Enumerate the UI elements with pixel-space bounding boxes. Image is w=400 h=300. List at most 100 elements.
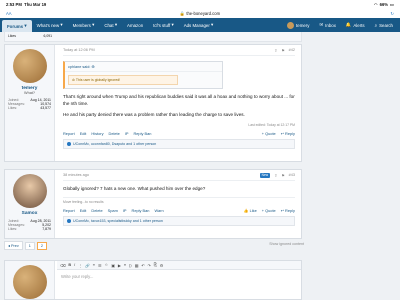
media-icon[interactable]: ▶ — [118, 263, 121, 268]
bookmark-icon[interactable]: ⚑ — [281, 48, 284, 53]
nav-amazon[interactable]: Amazon — [122, 18, 148, 32]
url-field[interactable]: 🔒 the-boneyard.com — [0, 11, 400, 17]
prev-likes-label: Likes — [8, 34, 16, 38]
quote-button[interactable]: + Quote — [262, 208, 276, 213]
settings-icon[interactable]: ⚙ — [160, 263, 163, 268]
redo-icon[interactable]: ↷ — [148, 263, 151, 268]
browser-url-bar: AA 🔒 the-boneyard.com ↻ — [0, 9, 400, 18]
nav-user[interactable]: temery — [282, 18, 314, 32]
edit-button[interactable]: Edit — [80, 208, 87, 213]
reply-ban-button[interactable]: Reply Ban — [132, 208, 150, 213]
page-link[interactable]: 1 — [24, 241, 35, 250]
nav-members[interactable]: Members ▾ — [68, 18, 100, 32]
page-link-current[interactable]: 2 — [36, 241, 48, 250]
post-meta: 38 minutes ago New ⇪ ⚑ #43 — [63, 173, 295, 181]
nav-forums[interactable]: Forums ▾ — [2, 20, 32, 32]
reply-button[interactable]: ↩ Reply — [281, 131, 295, 136]
user-stats: Joined: Aug 14, 2011 Messages: 10,574 Like… — [8, 98, 51, 110]
reply-input[interactable]: Write your reply... — [61, 274, 301, 279]
share-icon[interactable]: ⇪ — [274, 48, 277, 53]
nav-whats-new[interactable]: What's new ▾ — [32, 18, 68, 32]
quote-icon[interactable]: ❝ — [124, 263, 126, 268]
show-ignored-link[interactable]: Show ignored content — [269, 242, 304, 246]
table-icon[interactable]: ▦ — [135, 263, 139, 268]
ip-button[interactable]: IP — [125, 131, 129, 136]
delete-button[interactable]: Delete — [91, 208, 102, 213]
user-title: What? — [24, 91, 35, 95]
link-icon[interactable]: 🔗 — [85, 263, 90, 268]
status-time-date: 2:53 PM Thu Mar 19 — [6, 2, 47, 7]
clear-format-icon[interactable]: ⌫ — [60, 263, 65, 268]
post-main: Today at 12:06 PM ⇪ ⚑ #42 cphlane said: … — [57, 45, 301, 161]
nav-ads-manager[interactable]: Ads Manager ▾ — [179, 18, 219, 32]
prev-page-button[interactable]: ◂ Prev — [4, 241, 23, 250]
post-date[interactable]: 38 minutes ago — [63, 173, 89, 178]
post-paragraph: That's right around when Trump and his r… — [63, 94, 295, 106]
user-pane: Samox Joined: Aug 28, 2011 Messages: 5,202… — [5, 170, 55, 238]
avatar — [12, 265, 47, 299]
align-icon[interactable]: ≡ — [93, 263, 95, 267]
avatar[interactable] — [12, 49, 47, 83]
undo-icon[interactable]: ↶ — [141, 263, 144, 268]
forum-nav: Forums ▾ What's new ▾ Members ▾ Chat ▾ A… — [0, 18, 400, 32]
image-icon[interactable]: ▣ — [111, 263, 115, 268]
post-paragraph: He and his party denied there was a prob… — [63, 112, 245, 117]
post-date[interactable]: Today at 12:06 PM — [63, 48, 95, 53]
ignored-notice[interactable]: ⊘ This user is globally ignored! — [68, 75, 178, 85]
nav-alerts[interactable]: 🔔 Alerts — [341, 18, 370, 32]
bold-icon[interactable]: B — [68, 263, 71, 267]
nav-tcfs-stuff[interactable]: tcf's stuff ▾ — [148, 18, 179, 32]
username[interactable]: Samox — [8, 211, 51, 216]
ip-button[interactable]: IP — [123, 208, 127, 213]
reactions-list: UConnMc, tavux153, specialistbukky and 1… — [73, 218, 163, 223]
avatar — [287, 21, 295, 29]
reactions-bar[interactable]: UConnMc, tavux153, specialistbukky and 1… — [63, 215, 295, 226]
nav-search[interactable]: ⌕ Search — [370, 18, 398, 32]
report-button[interactable]: Report — [63, 131, 75, 136]
search-icon: ⌕ — [374, 22, 378, 28]
status-indicators: ◠ 66% ▭ — [374, 2, 394, 7]
like-reaction-icon — [67, 141, 71, 146]
ignore-icon: ⊘ — [72, 78, 75, 82]
italic-icon[interactable]: I — [74, 263, 75, 267]
nav-inbox[interactable]: ✉ Inbox — [314, 18, 340, 32]
avatar[interactable] — [12, 174, 47, 208]
user-pane: temery What? Joined: Aug 14, 2011 Message… — [5, 45, 55, 161]
post-number[interactable]: #42 — [289, 48, 295, 53]
signature: Move feeling...to no results — [63, 196, 295, 204]
edit-button[interactable]: Edit — [80, 131, 87, 136]
delete-button[interactable]: Delete — [109, 131, 120, 136]
reply-ban-button[interactable]: Reply Ban — [133, 131, 151, 136]
quote-header[interactable]: cphlane said: ⊕ — [65, 62, 222, 72]
post: Samox Joined: Aug 28, 2011 Messages: 5,202… — [4, 169, 302, 239]
post-actions: Report Edit Delete Spam IP Reply Ban War… — [63, 208, 295, 213]
more-text-icon[interactable]: ⋮ — [78, 263, 82, 268]
drafts-icon[interactable]: ⎘ — [154, 263, 157, 267]
report-button[interactable]: Report — [63, 208, 75, 213]
warn-button[interactable]: Warn — [154, 208, 163, 213]
post-paragraph: Globally ignored? 7 hats a new one. What… — [63, 186, 206, 191]
spam-button[interactable]: Spam — [108, 208, 118, 213]
post-body: That's right around when Trump and his r… — [63, 94, 295, 119]
status-bar: 2:53 PM Thu Mar 19 ◠ 66% ▭ — [0, 0, 400, 9]
reader-aa-button[interactable]: AA — [6, 11, 12, 16]
nav-chat[interactable]: Chat ▾ — [99, 18, 122, 32]
list-icon[interactable]: ☰ — [98, 263, 101, 268]
smilie-icon[interactable]: ☺ — [104, 263, 108, 267]
bookmark-icon[interactable]: ⚑ — [281, 173, 284, 178]
reactions-bar[interactable]: UConnMc, uconnfan80, Dsaputo and 1 other… — [63, 138, 295, 149]
post-body: Globally ignored? 7 hats a new one. What… — [63, 186, 295, 193]
like-button[interactable]: 👍 Like — [244, 208, 257, 213]
reload-icon[interactable]: ↻ — [390, 11, 394, 16]
quote-button[interactable]: + Quote — [262, 131, 276, 136]
reply-button[interactable]: ↩ Reply — [281, 208, 295, 213]
inbox-icon: ✉ — [319, 22, 324, 27]
post-number[interactable]: #43 — [289, 173, 295, 178]
code-icon[interactable]: ⟨⟩ — [129, 263, 132, 268]
share-icon[interactable]: ⇪ — [274, 173, 277, 178]
post: temery What? Joined: Aug 14, 2011 Message… — [4, 44, 302, 162]
pagination: ◂ Prev 1 2 — [4, 241, 48, 250]
previous-post-stub: Likes 6,091 — [4, 32, 302, 42]
new-badge: New — [259, 173, 271, 178]
history-button[interactable]: History — [91, 131, 103, 136]
